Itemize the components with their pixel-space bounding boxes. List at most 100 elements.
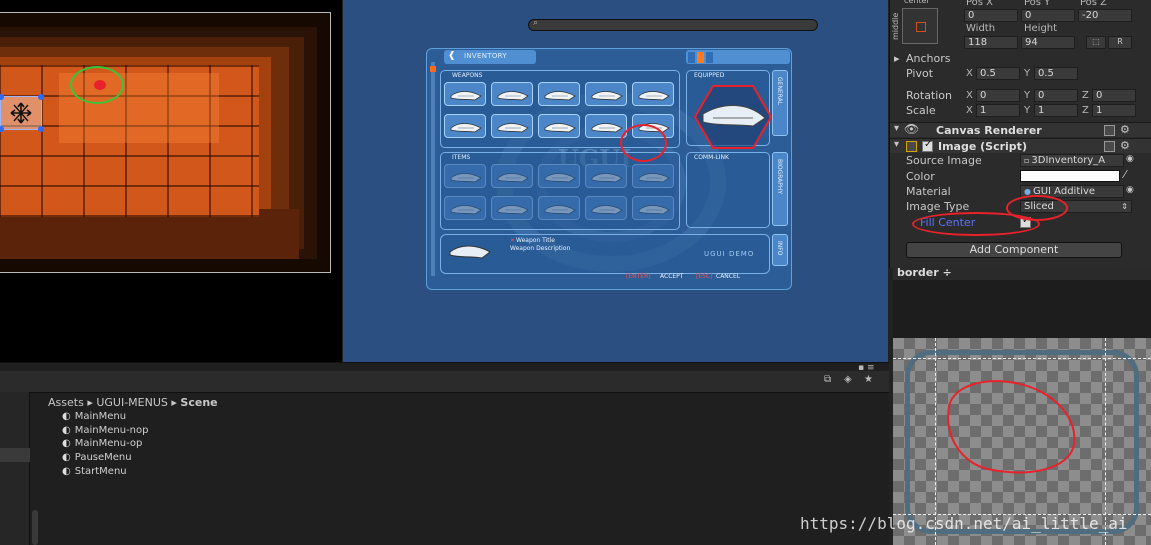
pivot-x-field[interactable]: 0.5	[976, 67, 1020, 80]
breadcrumb-separator-icon: ▸	[87, 396, 97, 409]
weapon-slot[interactable]	[444, 82, 486, 106]
equipped-hexagon[interactable]	[693, 84, 773, 150]
enter-key-hint: [ENTER]	[626, 273, 651, 280]
selected-folder-row[interactable]	[0, 448, 30, 462]
scale-y-field[interactable]: 1	[1034, 104, 1078, 117]
source-image-field[interactable]: ▫ 3DInventory_A	[1020, 154, 1124, 167]
preview-spacer	[893, 280, 1151, 338]
scene-view[interactable]	[0, 0, 342, 362]
gear-icon[interactable]: ⚙	[1120, 123, 1130, 136]
weapon-icon	[544, 91, 576, 101]
foldout-arrow-icon[interactable]: ▾	[894, 123, 899, 134]
gizmo-handle[interactable]	[38, 94, 44, 100]
anchors-foldout-arrow[interactable]: ▸	[894, 52, 900, 65]
weapon-slot[interactable]	[632, 82, 674, 106]
canvas-renderer-header[interactable]: ▾ 👁 Canvas Renderer ⚙	[890, 122, 1151, 137]
lock-icon[interactable]: ▪ ≡	[858, 363, 875, 373]
breadcrumb-scene[interactable]: Scene	[180, 396, 217, 409]
width-field[interactable]: 118	[964, 36, 1018, 49]
filter-icon[interactable]: ⧉	[824, 374, 831, 385]
image-script-title: Image (Script)	[938, 140, 1027, 153]
weapon-slot[interactable]	[538, 114, 580, 138]
project-search-input[interactable]: ⌕	[528, 18, 818, 31]
height-label: Height	[1024, 23, 1058, 34]
scene-canvas-frame	[0, 12, 331, 273]
scene-name: MainMenu	[74, 411, 127, 422]
pos-z-field[interactable]: -20	[1078, 9, 1132, 22]
raw-edit-button[interactable]: R	[1108, 36, 1132, 49]
tab-biography[interactable]: BIOGRAPHY	[772, 152, 788, 226]
gizmo-handle[interactable]	[0, 94, 4, 100]
comm-link-label: COMM-LINK	[694, 154, 729, 161]
source-image-label: Source Image	[906, 154, 982, 167]
weapon-slot[interactable]	[491, 114, 533, 138]
weapon-slot[interactable]	[585, 114, 627, 138]
esc-key-hint: [ESC]	[696, 273, 713, 280]
project-toolbar: ▪ ≡ ⧉ ◈ ★	[0, 363, 889, 393]
add-component-button[interactable]: Add Component	[906, 242, 1122, 258]
rotation-z-axis: Z	[1082, 90, 1089, 101]
unity-scene-icon: ◐	[62, 411, 71, 422]
weapon-slot[interactable]	[444, 114, 486, 138]
scale-z-field[interactable]: 1	[1092, 104, 1136, 117]
scene-list-item[interactable]: ◐ StartMenu	[62, 466, 127, 477]
pivot-y-field[interactable]: 0.5	[1034, 67, 1078, 80]
weapon-preview-icon	[449, 245, 491, 259]
image-script-header[interactable]: ▾ Image (Script) ⚙	[890, 138, 1151, 153]
accept-button[interactable]: ACCEPT	[660, 273, 683, 280]
project-folder-tree[interactable]	[0, 392, 30, 545]
rotation-x-field[interactable]: 0	[976, 89, 1020, 102]
breadcrumb: Assets ▸ UGUI-MENUS ▸ Scene	[48, 396, 218, 409]
weapon-slot[interactable]	[538, 82, 580, 106]
image-enabled-checkbox[interactable]	[922, 139, 933, 152]
help-icon[interactable]	[1104, 125, 1115, 136]
width-label: Width	[966, 23, 996, 34]
ugui-demo-label: UGUI DEMO	[704, 250, 755, 258]
eyedropper-icon[interactable]: ⁄	[1124, 168, 1126, 181]
gizmo-handle[interactable]	[38, 126, 44, 132]
weapon-icon	[544, 123, 576, 133]
unity-scene-icon: ◐	[62, 465, 71, 477]
tab-info[interactable]: INFO	[772, 234, 788, 266]
eye-icon: 👁	[904, 122, 920, 136]
preview-title[interactable]: border ÷	[897, 266, 952, 279]
scene-list-item[interactable]: ◐ MainMenu-op	[62, 438, 142, 449]
scale-label: Scale	[906, 104, 936, 117]
rail-marker	[430, 66, 436, 72]
scene-list-item[interactable]: ◐ PauseMenu	[62, 452, 132, 463]
help-icon[interactable]	[1104, 141, 1115, 152]
anchors-label[interactable]: Anchors	[906, 52, 951, 65]
weapon-slot[interactable]	[491, 82, 533, 106]
rotation-z-field[interactable]: 0	[1092, 89, 1136, 102]
tab-general[interactable]: GENERAL	[772, 70, 788, 136]
foldout-arrow-icon[interactable]: ▾	[894, 139, 899, 150]
cancel-button[interactable]: CANCEL	[716, 273, 740, 280]
rotation-label: Rotation	[906, 89, 953, 102]
scene-list-item[interactable]: ◐ MainMenu-nop	[62, 425, 148, 436]
tag-icon[interactable]: ◈	[844, 374, 852, 385]
blueprint-mode-button[interactable]: ⬚	[1086, 36, 1106, 49]
weapon-slot[interactable]	[585, 82, 627, 106]
star-icon[interactable]: ★	[864, 374, 873, 385]
breadcrumb-ugui-menus[interactable]: UGUI-MENUS	[96, 396, 168, 409]
scale-x-field[interactable]: 1	[976, 104, 1020, 117]
height-field[interactable]: 94	[1021, 36, 1075, 49]
color-swatch	[697, 52, 704, 63]
scene-name: PauseMenu	[74, 452, 132, 464]
pos-x-field[interactable]: 0	[964, 9, 1018, 22]
object-picker-icon[interactable]: ◉	[1126, 185, 1134, 195]
search-icon: ⌕	[533, 18, 539, 28]
weapon-description: Weapon Description	[510, 245, 571, 252]
breadcrumb-assets[interactable]: Assets	[48, 396, 84, 409]
pos-y-field[interactable]: 0	[1021, 9, 1075, 22]
image-type-label: Image Type	[906, 200, 970, 213]
game-view[interactable]: UGUI ❰ INVENTORY WEAPONS EQUIPPED ITEMS …	[343, 0, 888, 362]
anchor-preset-button[interactable]	[902, 8, 938, 44]
object-picker-icon[interactable]: ◉	[1126, 154, 1134, 164]
rotation-y-field[interactable]: 0	[1034, 89, 1078, 102]
move-tool-gizmo[interactable]	[0, 94, 44, 132]
color-field[interactable]	[1020, 170, 1120, 182]
scene-list-item[interactable]: ◐ MainMenu	[62, 411, 126, 422]
gear-icon[interactable]: ⚙	[1120, 139, 1130, 152]
scrollbar[interactable]	[32, 510, 38, 545]
